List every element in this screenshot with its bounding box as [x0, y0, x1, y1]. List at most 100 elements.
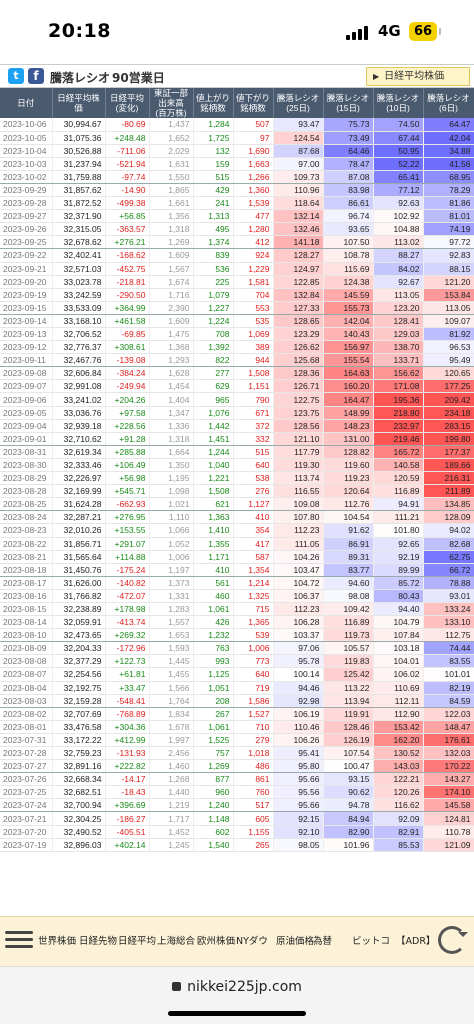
toolbar-item[interactable]: 原油価格 [276, 925, 314, 959]
table-cell: 119.23 [323, 471, 374, 486]
ratio-table-container[interactable]: 日付 日経平均株価 日経平均 (変化) 東証一部 出来高 (百万株) 値上がり 銘柄数 値下がり銘… [0, 88, 474, 916]
table-cell: 861 [233, 772, 274, 787]
table-cell: +364.99 [105, 301, 150, 315]
table-cell: 1,245 [149, 838, 194, 852]
table-cell: 107.84 [373, 628, 424, 643]
table-cell: 106.02 [373, 667, 424, 682]
toolbar-item[interactable]: 日経平均 [118, 925, 156, 959]
toolbar-item[interactable]: 上海総合 [157, 925, 195, 959]
table-cell: -405.51 [105, 825, 150, 839]
table-cell: -14.17 [105, 772, 150, 787]
nikkei-average-tab[interactable]: ▶ 日経平均株価 [366, 67, 470, 86]
table-cell: 86.91 [323, 537, 374, 551]
table-cell: 101.01 [423, 667, 474, 682]
table-row: 2023-07-24 32,700.94 +396.69 1,219 1,240 517 9… [0, 798, 474, 813]
table-cell: 1,652 [149, 131, 194, 145]
url-display[interactable]: nikkei225jp.com [0, 979, 474, 995]
signal-icon [346, 24, 370, 40]
table-cell: 96.74 [323, 209, 374, 224]
table-cell: 33,242.59 [52, 288, 106, 302]
table-cell: 1,410 [193, 523, 234, 538]
table-cell: 81.86 [423, 196, 474, 211]
table-cell: 1,363 [193, 510, 234, 525]
toolbar-item[interactable]: 日経先物 [79, 925, 117, 959]
table-cell: 33,168.10 [52, 314, 106, 329]
table-cell: 52.22 [373, 157, 424, 171]
table-cell: 95.66 [273, 772, 324, 787]
table-cell: 2023-08-02 [0, 707, 53, 721]
table-row: 2023-09-20 33,023.78 -218.81 1,674 225 1,581 1… [0, 275, 474, 289]
toolbar-item[interactable]: 欧州株価 [197, 925, 235, 959]
table-cell: 710 [233, 720, 274, 734]
toolbar-item[interactable]: 為替 [313, 925, 332, 959]
table-cell: 93.01 [423, 589, 474, 603]
table-cell: 2023-08-15 [0, 602, 53, 617]
page-subtitle: 90営業日 [112, 71, 165, 85]
table-cell: 1,069 [233, 327, 274, 342]
table-cell: 1,365 [233, 615, 274, 630]
table-cell: 2023-09-01 [0, 432, 53, 446]
table-cell: 160.20 [323, 379, 374, 394]
table-cell: 1,374 [193, 235, 234, 250]
table-cell: -97.74 [105, 170, 150, 184]
table-cell: 78.29 [423, 183, 474, 198]
table-cell: 32,238.89 [52, 602, 106, 617]
table-cell: 62.75 [423, 550, 474, 564]
twitter-icon[interactable]: t [8, 68, 24, 84]
table-cell: 101.80 [373, 523, 424, 538]
table-cell: 2023-07-26 [0, 772, 53, 787]
table-cell: 2023-08-17 [0, 576, 53, 590]
table-cell: 77.12 [373, 183, 424, 198]
table-cell: 32,896.03 [52, 838, 106, 852]
table-cell: 225 [193, 275, 234, 289]
facebook-icon[interactable]: f [28, 68, 44, 84]
table-cell: 82.68 [423, 537, 474, 551]
table-cell: 73.49 [323, 131, 374, 145]
toolbar-item[interactable]: 世界株価 [38, 925, 76, 959]
table-row: 2023-09-22 32,402.41 -168.62 1,609 839 924 128… [0, 248, 474, 263]
table-cell: 1,631 [149, 157, 194, 171]
table-cell: 839 [193, 248, 234, 263]
refresh-icon[interactable] [438, 926, 468, 954]
table-cell: -711.06 [105, 144, 150, 158]
table-cell: 1,148 [193, 811, 234, 826]
table-cell: 2023-09-19 [0, 288, 53, 302]
toolbar-item[interactable]: ビットコ [352, 925, 390, 959]
table-cell: 267 [193, 707, 234, 721]
table-cell: 122.85 [273, 275, 324, 289]
table-cell: 965 [193, 392, 234, 407]
table-cell: 142.04 [323, 314, 374, 329]
table-cell: 96.53 [423, 340, 474, 355]
home-indicator[interactable] [168, 1011, 306, 1016]
table-cell: 103.18 [373, 641, 424, 656]
table-cell: 124.97 [273, 262, 324, 276]
table-cell: -80.69 [105, 118, 150, 132]
table-cell: 33,241.02 [52, 392, 106, 407]
table-cell: 1,052 [149, 537, 194, 551]
table-cell: 98.08 [323, 589, 374, 603]
table-cell: 2023-09-13 [0, 327, 53, 342]
table-cell: 171.08 [373, 379, 424, 394]
toolbar-item[interactable]: 【ADR】 [396, 925, 435, 959]
table-cell: 31,237.94 [52, 157, 106, 171]
table-cell: 517 [233, 798, 274, 813]
table-cell: 110.46 [273, 720, 324, 734]
table-cell: 31,450.76 [52, 563, 106, 577]
menu-icon[interactable] [5, 927, 33, 953]
table-cell: +91.28 [105, 432, 150, 446]
table-row: 2023-08-07 32,254.56 +61.81 1,455 1,125 640 10… [0, 667, 474, 682]
table-cell: -384.24 [105, 366, 150, 381]
table-cell: 92.19 [373, 550, 424, 564]
table-cell: 1,609 [149, 314, 194, 329]
table-row: 2023-10-04 30,526.88 -711.06 2,029 132 1,690 8… [0, 144, 474, 158]
toolbar-item[interactable]: NYダウ [236, 925, 268, 959]
table-row: 2023-09-27 32,371.90 +56.85 1,356 1,313 477 13… [0, 209, 474, 224]
table-cell: 42.04 [423, 131, 474, 145]
table-cell: 536 [193, 262, 234, 276]
table-cell: 1,066 [149, 523, 194, 538]
table-cell: 32,304.25 [52, 811, 106, 826]
table-row: 2023-09-29 31,857.62 -14.90 1,865 429 1,360 11… [0, 183, 474, 198]
table-cell: 1,195 [149, 471, 194, 486]
table-cell: 105.57 [323, 641, 374, 656]
table-cell: 92.83 [423, 248, 474, 263]
